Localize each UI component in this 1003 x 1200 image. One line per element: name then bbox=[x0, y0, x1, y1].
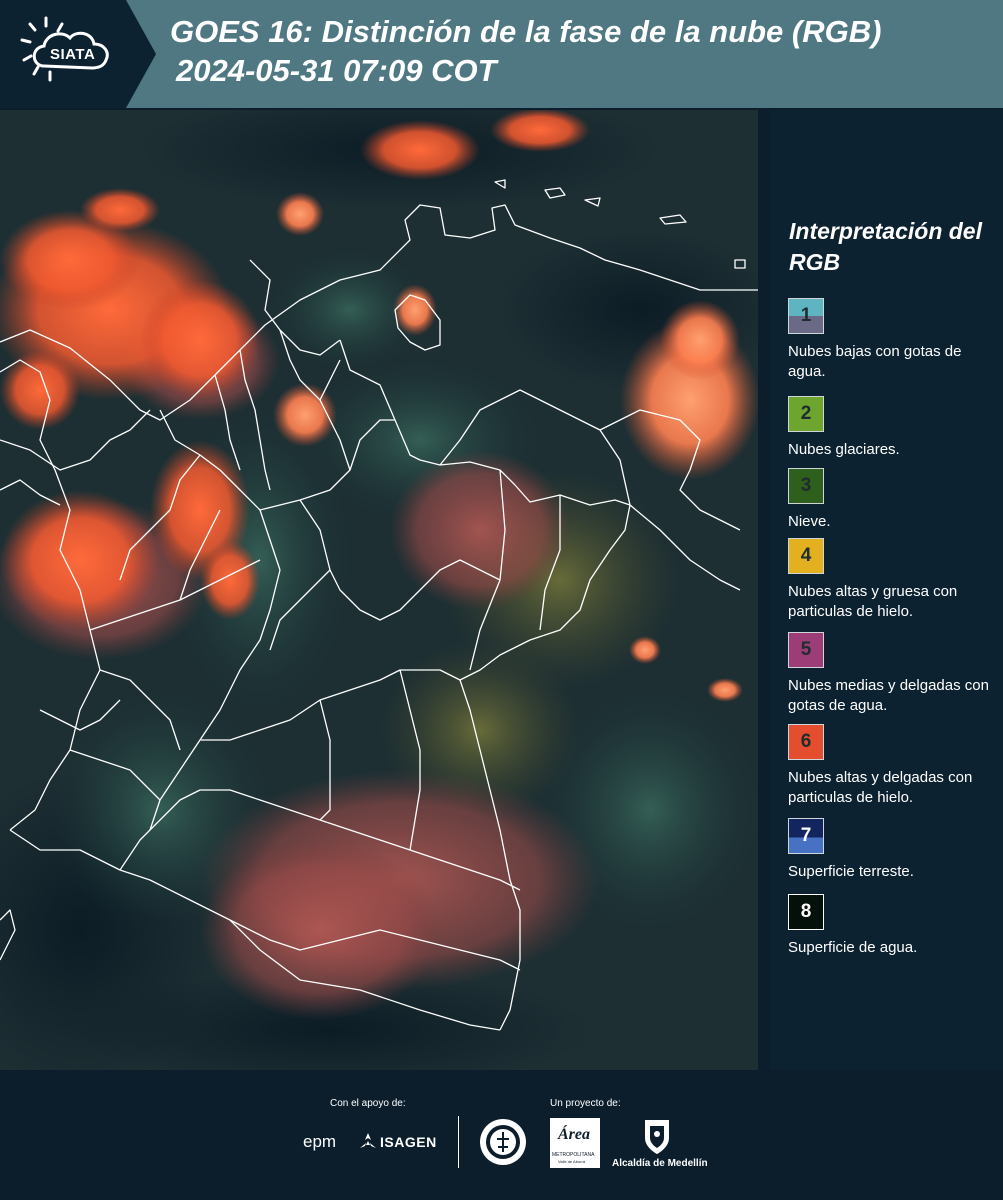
project-label: Un proyecto de: bbox=[550, 1098, 621, 1109]
legend-label: Nubes altas y delgadas con particulas de… bbox=[788, 769, 973, 806]
legend-number: 6 bbox=[800, 731, 812, 752]
header-bar: SIATA GOES 16: Distinción de la fase de … bbox=[0, 0, 1003, 108]
alcaldia-logo-text: Alcaldía de Medellín bbox=[612, 1158, 708, 1169]
legend-panel: Interpretación del RGB 1 Nubes bajas con… bbox=[770, 110, 1003, 1070]
page-timestamp: 2024-05-31 07:09 COT bbox=[176, 53, 497, 88]
footer: Con el apoyo de: Un proyecto de: epm ISA… bbox=[0, 1070, 1003, 1200]
legend-number: 4 bbox=[800, 545, 812, 566]
footer-divider bbox=[458, 1116, 459, 1168]
satellite-map bbox=[0, 110, 758, 1070]
legend-label: Nubes bajas con gotas de agua. bbox=[788, 343, 962, 380]
legend-label: Nieve. bbox=[788, 513, 831, 530]
legend-number: 7 bbox=[800, 825, 812, 846]
legend-item-2: 2 Nubes glaciares. bbox=[788, 396, 1003, 460]
legend-item-4: 4 Nubes altas y gruesa con particulas de… bbox=[788, 538, 1003, 622]
area-logo-text: Área bbox=[558, 1126, 590, 1143]
legend-swatch-3: 3 bbox=[788, 468, 824, 504]
legend-label: Nubes altas y gruesa con particulas de h… bbox=[788, 583, 958, 620]
legend-swatch-6: 6 bbox=[788, 724, 824, 760]
legend-number: 5 bbox=[800, 639, 812, 660]
legend-swatch-5: 5 bbox=[788, 632, 824, 668]
isagen-logo-icon bbox=[358, 1132, 378, 1157]
legend-item-8: 8 Superficie de agua. bbox=[788, 894, 1003, 958]
legend-item-5: 5 Nubes medias y delgadas con gotas de a… bbox=[788, 632, 1003, 716]
legend-swatch-7: 7 bbox=[788, 818, 824, 854]
area-logo-subtext: METROPOLITANA bbox=[552, 1152, 595, 1158]
legend-number: 8 bbox=[800, 901, 812, 922]
legend-label: Superficie de agua. bbox=[788, 939, 918, 956]
legend-item-6: 6 Nubes altas y delgadas con particulas … bbox=[788, 724, 1003, 808]
siata-logo-text: SIATA bbox=[50, 46, 96, 63]
legend-swatch-4: 4 bbox=[788, 538, 824, 574]
legend-number: 3 bbox=[800, 475, 812, 496]
satellite-image bbox=[0, 110, 758, 1070]
legend-label: Nubes glaciares. bbox=[788, 441, 900, 458]
legend-label: Nubes medias y delgadas con gotas de agu… bbox=[788, 677, 989, 714]
isagen-logo: ISAGEN bbox=[380, 1134, 437, 1150]
legend-title: Interpretación del RGB bbox=[789, 218, 982, 275]
legend-number: 1 bbox=[800, 305, 812, 326]
support-label: Con el apoyo de: bbox=[330, 1098, 406, 1109]
legend-item-3: 3 Nieve. bbox=[788, 468, 1003, 532]
page-title: GOES 16: Distinción de la fase de la nub… bbox=[170, 14, 882, 49]
siata-logo: SIATA bbox=[0, 0, 156, 108]
legend-swatch-1: 1 bbox=[788, 298, 824, 334]
legend-item-7: 7 Superficie terreste. bbox=[788, 818, 1003, 882]
seal-icon bbox=[478, 1117, 528, 1172]
alcaldia-shield-icon bbox=[642, 1118, 672, 1161]
epm-logo: epm bbox=[303, 1132, 337, 1151]
legend-swatch-2: 2 bbox=[788, 396, 824, 432]
area-logo-subtext-2: Valle de Aburrá bbox=[558, 1159, 586, 1164]
area-metropolitana-logo: Área METROPOLITANA Valle de Aburrá bbox=[550, 1118, 600, 1168]
legend-item-1: 1 Nubes bajas con gotas de agua. bbox=[788, 298, 1003, 382]
legend-swatch-8: 8 bbox=[788, 894, 824, 930]
legend-label: Superficie terreste. bbox=[788, 863, 914, 880]
legend-number: 2 bbox=[800, 403, 812, 424]
